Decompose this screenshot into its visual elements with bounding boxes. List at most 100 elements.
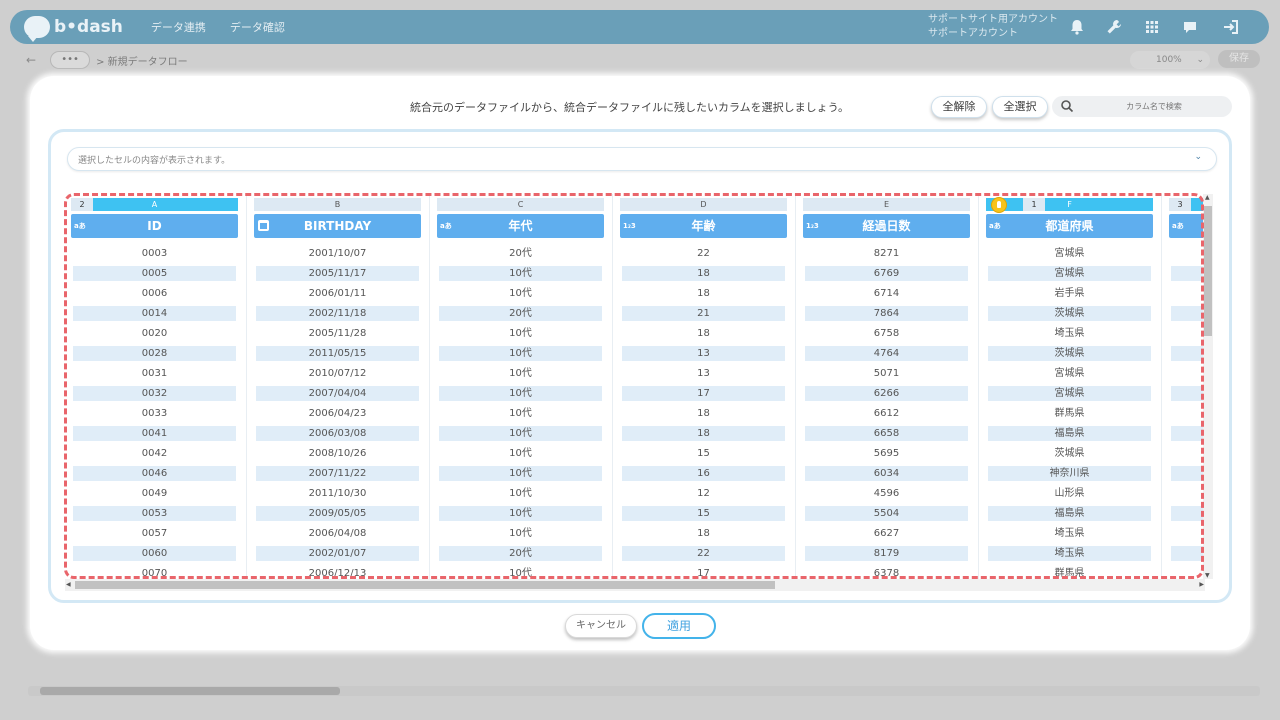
vertical-scrollbar[interactable]: ▲ ▼ xyxy=(1203,194,1213,579)
table-cell[interactable]: 2010/07/12 xyxy=(256,366,419,381)
key-hint-icon[interactable] xyxy=(991,197,1007,213)
chevron-down-icon[interactable]: ⌄ xyxy=(1194,152,1202,162)
table-cell[interactable]: 0033 xyxy=(73,406,236,421)
table-cell[interactable]: 2009/05/05 xyxy=(256,506,419,521)
table-cell[interactable]: 群馬県 xyxy=(988,566,1151,579)
table-cell[interactable]: 0005 xyxy=(73,266,236,281)
table-cell[interactable]: 2006/04/08 xyxy=(256,526,419,541)
table-cell[interactable]: 18 xyxy=(622,426,785,441)
column-b[interactable]: B BIRTHDAY 2001/10/07 2005/11/17 2006/01/11 2… xyxy=(246,194,425,579)
table-cell[interactable]: 4596 xyxy=(805,486,968,501)
table-cell[interactable]: 10代 xyxy=(439,346,602,361)
bell-icon[interactable] xyxy=(1068,18,1086,36)
table-cell[interactable]: 0057 xyxy=(73,526,236,541)
column-a[interactable]: A 2 aあ ID 0003 0005 0006 0014 0020 0028 0031 0032 00… xyxy=(71,194,242,579)
table-cell[interactable]: 10代 xyxy=(439,386,602,401)
table-cell[interactable]: 2006/04/23 xyxy=(256,406,419,421)
column-e[interactable]: E 1₂3 経過日数 8271 6769 6714 7864 6758 4764 5071 6266… xyxy=(795,194,974,579)
table-cell[interactable]: 7864 xyxy=(805,306,968,321)
table-cell[interactable]: 0031 xyxy=(73,366,236,381)
column-header[interactable]: aあ ID xyxy=(71,214,238,238)
back-arrow-icon[interactable]: ← xyxy=(26,53,36,67)
column-letter[interactable]: B xyxy=(254,198,421,211)
save-button[interactable]: 保存 xyxy=(1218,50,1260,68)
table-cell[interactable]: 2007/11/22 xyxy=(256,466,419,481)
table-cell[interactable]: 宮城県 xyxy=(988,386,1151,401)
background-scroll-thumb[interactable] xyxy=(40,687,340,695)
table-cell[interactable]: 2005/11/17 xyxy=(256,266,419,281)
table-cell[interactable]: 18 xyxy=(622,406,785,421)
table-cell[interactable]: 20代 xyxy=(439,306,602,321)
table-cell[interactable]: 茨城県 xyxy=(988,306,1151,321)
column-header[interactable]: aあ 都道府県 xyxy=(986,214,1153,238)
breadcrumb[interactable]: > 新規データフロー xyxy=(96,53,188,68)
table-cell[interactable]: 10代 xyxy=(439,526,602,541)
table-cell[interactable]: 0060 xyxy=(73,546,236,561)
column-header[interactable]: aあ 年代 xyxy=(437,214,604,238)
table-cell[interactable]: 2006/01/11 xyxy=(256,286,419,301)
table-cell[interactable] xyxy=(1171,426,1205,441)
column-header[interactable]: 1₂3 年齢 xyxy=(620,214,787,238)
table-cell[interactable]: 山形県 xyxy=(988,486,1151,501)
table-cell[interactable]: 埼玉県 xyxy=(988,526,1151,541)
table-cell[interactable] xyxy=(1171,546,1205,561)
horizontal-scroll-thumb[interactable] xyxy=(75,581,775,589)
table-cell[interactable] xyxy=(1171,506,1205,521)
table-cell[interactable]: 4764 xyxy=(805,346,968,361)
table-cell[interactable]: 2011/05/15 xyxy=(256,346,419,361)
table-cell[interactable]: 6714 xyxy=(805,286,968,301)
table-cell[interactable]: 5695 xyxy=(805,446,968,461)
column-f[interactable]: F 1 aあ 都道府県 宮城県 宮城県 岩手県 茨城県 埼玉県 茨城県 宮城県 宮城県 群馬県 福島県 茨城… xyxy=(978,194,1157,579)
table-cell[interactable]: 6266 xyxy=(805,386,968,401)
nav-data-check[interactable]: データ確認 xyxy=(230,19,285,35)
table-cell[interactable]: 6769 xyxy=(805,266,968,281)
table-cell[interactable]: 埼玉県 xyxy=(988,326,1151,341)
table-cell[interactable]: 2006/12/13 xyxy=(256,566,419,579)
column-d[interactable]: D 1₂3 年齢 22 18 18 21 18 13 13 17 18 18 15 16 12 15 18 22 17 xyxy=(612,194,791,579)
more-button[interactable]: ••• xyxy=(50,51,91,69)
nav-data-integration[interactable]: データ連携 xyxy=(151,19,206,35)
scroll-right-icon[interactable]: ▶ xyxy=(1199,581,1204,588)
table-cell[interactable]: 6627 xyxy=(805,526,968,541)
column-letter[interactable]: C xyxy=(437,198,604,211)
table-cell[interactable]: 0006 xyxy=(73,286,236,301)
cancel-button[interactable]: キャンセル xyxy=(565,614,637,638)
table-cell[interactable]: 13 xyxy=(622,346,785,361)
table-cell[interactable]: 12 xyxy=(622,486,785,501)
table-cell[interactable]: 茨城県 xyxy=(988,346,1151,361)
table-cell[interactable]: 8179 xyxy=(805,546,968,561)
table-cell[interactable]: 17 xyxy=(622,386,785,401)
zoom-select[interactable]: 100% ⌄ xyxy=(1130,51,1210,69)
table-cell[interactable]: 6034 xyxy=(805,466,968,481)
table-cell[interactable]: 15 xyxy=(622,446,785,461)
table-cell[interactable] xyxy=(1171,266,1205,281)
table-cell[interactable]: 10代 xyxy=(439,486,602,501)
table-cell[interactable] xyxy=(1171,306,1205,321)
table-cell[interactable] xyxy=(1171,386,1205,401)
table-cell[interactable]: 10代 xyxy=(439,326,602,341)
column-letter[interactable]: F xyxy=(986,198,1153,211)
table-cell[interactable]: 6758 xyxy=(805,326,968,341)
column-c[interactable]: Caあ 年代 20代 10代 10代 20代 10代 10代 10代 10代 10代 10代 10代 10… xyxy=(429,194,608,579)
table-cell[interactable]: 13 xyxy=(622,366,785,381)
table-cell[interactable]: 6658 xyxy=(805,426,968,441)
table-cell[interactable]: 5071 xyxy=(805,366,968,381)
select-all-button[interactable]: 全選択 xyxy=(992,96,1048,118)
table-cell[interactable]: 神奈川県 xyxy=(988,466,1151,481)
account-info[interactable]: サポートサイト用アカウント サポートアカウント xyxy=(928,13,1058,41)
table-cell[interactable]: 0053 xyxy=(73,506,236,521)
table-cell[interactable]: 10代 xyxy=(439,266,602,281)
table-cell[interactable]: 18 xyxy=(622,266,785,281)
column-letter[interactable]: E xyxy=(803,198,970,211)
table-cell[interactable]: 15 xyxy=(622,506,785,521)
table-cell[interactable]: 0070 xyxy=(73,566,236,579)
grid-icon[interactable] xyxy=(1143,18,1161,36)
column-header[interactable]: 1₂3 経過日数 xyxy=(803,214,970,238)
chat-icon[interactable] xyxy=(1181,18,1199,36)
table-cell[interactable]: 0014 xyxy=(73,306,236,321)
column-header[interactable]: aあ xyxy=(1169,214,1205,238)
scroll-up-icon[interactable]: ▲ xyxy=(1205,194,1210,201)
table-cell[interactable]: 宮城県 xyxy=(988,366,1151,381)
table-cell[interactable]: 18 xyxy=(622,326,785,341)
table-cell[interactable]: 2002/11/18 xyxy=(256,306,419,321)
